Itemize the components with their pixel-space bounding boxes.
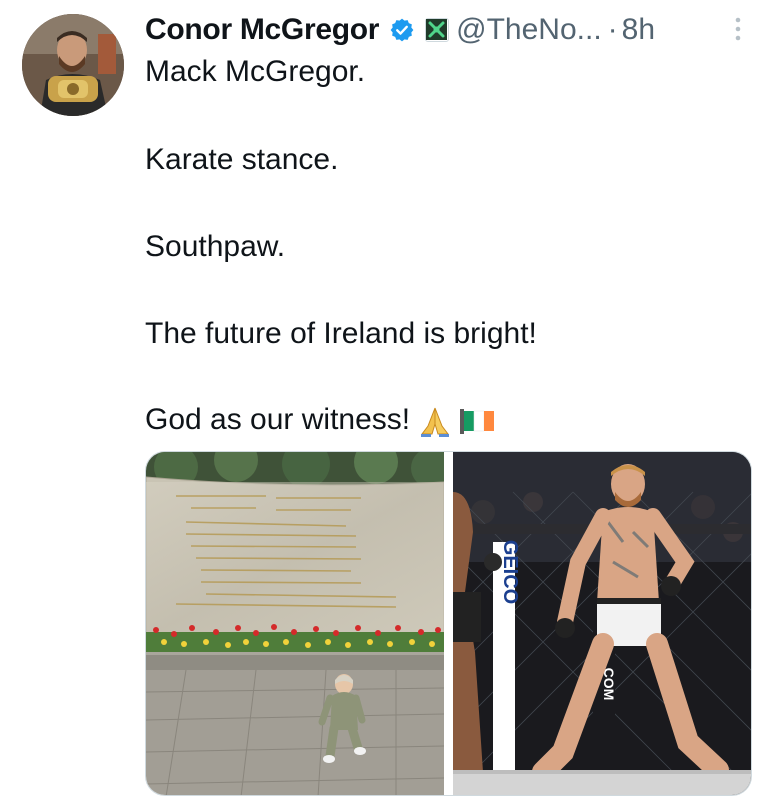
media-grid[interactable]: GEICO .COM xyxy=(145,451,752,796)
tweet-text-line-1: Mack McGregor. xyxy=(145,55,366,88)
tweet-text-line-5: God as our witness! xyxy=(145,400,496,440)
tweet[interactable]: Conor McGregor @TheNo... · 8h Mack McGre… xyxy=(0,0,774,800)
affiliate-badge-icon[interactable] xyxy=(425,18,450,42)
display-name[interactable]: Conor McGregor xyxy=(145,8,379,52)
tweet-header: Conor McGregor @TheNo... · 8h xyxy=(145,8,655,52)
tweet-text-line-2: Karate stance. xyxy=(145,143,339,176)
ireland-flag-emoji xyxy=(460,409,495,435)
avatar-photo xyxy=(22,14,124,116)
timestamp[interactable]: 8h xyxy=(622,8,655,52)
ring-sponsor-text: GEICO xyxy=(499,540,521,604)
folded-hands-emoji xyxy=(421,407,450,438)
more-options-icon[interactable] xyxy=(728,14,748,44)
avatar[interactable] xyxy=(22,14,124,116)
verified-check-icon[interactable] xyxy=(389,17,415,43)
memorial-wall-toddler-photo[interactable] xyxy=(146,452,444,795)
separator-dot: · xyxy=(607,13,618,46)
octagon-fighter-southpaw-photo[interactable]: GEICO .COM xyxy=(453,452,751,795)
handle[interactable]: @TheNo... xyxy=(456,8,602,52)
tweet-text-line-3: Southpaw. xyxy=(145,230,286,263)
tweet-text-line-4: The future of Ireland is bright! xyxy=(145,317,537,350)
tweet-text-line-5-text: God as our witness! xyxy=(145,403,411,436)
